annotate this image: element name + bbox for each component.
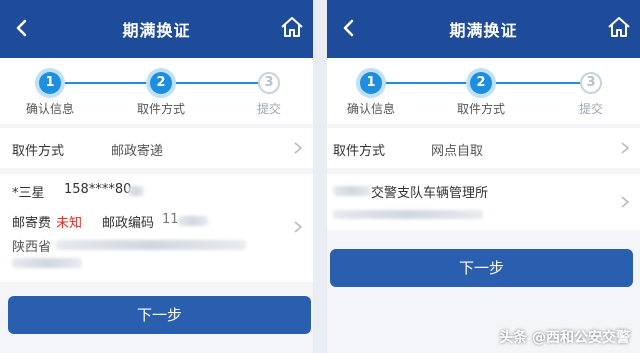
pickup-office-card[interactable]: 交警支队车辆管理所 bbox=[327, 174, 640, 230]
pickup-method-label: 取件方式 bbox=[12, 144, 65, 159]
left-screen: 期满换证 1 2 3 确认信息 取件方式 提交 取件方式 邮政寄递 *三星 15… bbox=[0, 0, 313, 353]
redacted-block bbox=[12, 258, 82, 268]
step-2-circle: 2 bbox=[150, 72, 172, 94]
chevron-right-icon bbox=[294, 221, 303, 233]
chevron-right-icon bbox=[621, 142, 630, 154]
postage-value: 未知 bbox=[56, 216, 83, 231]
step-3-label: 提交 bbox=[256, 102, 282, 116]
step-indicator: 1 2 3 确认信息 取件方式 提交 bbox=[0, 58, 313, 124]
chevron-right-icon bbox=[621, 196, 630, 208]
home-icon[interactable] bbox=[279, 14, 305, 40]
next-step-button[interactable]: 下一步 bbox=[8, 296, 311, 334]
redacted-block bbox=[56, 240, 246, 250]
pickup-method-value: 网点自取 bbox=[431, 144, 484, 159]
step-connector-done bbox=[50, 82, 160, 84]
step-connector-done bbox=[371, 82, 481, 84]
postcode-value: 11 bbox=[162, 212, 179, 227]
step-1-label: 确认信息 bbox=[25, 102, 75, 116]
step-1-circle: 1 bbox=[360, 72, 382, 94]
right-screen: 期满换证 1 2 3 确认信息 取件方式 提交 取件方式 网点自取 交警支队车辆… bbox=[327, 0, 640, 353]
pickup-method-row[interactable]: 取件方式 邮政寄递 bbox=[0, 128, 313, 168]
step-connector-active bbox=[160, 82, 268, 84]
step-2-circle: 2 bbox=[470, 72, 492, 94]
app-header: 期满换证 bbox=[327, 0, 640, 58]
page-title: 期满换证 bbox=[122, 21, 191, 40]
office-name: 交警支队车辆管理所 bbox=[371, 186, 489, 201]
redacted-block bbox=[128, 186, 144, 196]
step-3-label: 提交 bbox=[578, 102, 604, 116]
next-step-button[interactable]: 下一步 bbox=[330, 249, 633, 287]
step-1-circle: 1 bbox=[39, 72, 61, 94]
step-2-label: 取件方式 bbox=[136, 102, 186, 116]
pickup-method-label: 取件方式 bbox=[333, 144, 386, 159]
pickup-method-value: 邮政寄递 bbox=[111, 144, 164, 159]
step-1-label: 确认信息 bbox=[346, 102, 396, 116]
step-3-circle: 3 bbox=[580, 72, 602, 94]
redacted-block bbox=[333, 210, 483, 219]
watermark-text: 头条 @西和公安交警 bbox=[499, 330, 630, 346]
app-header: 期满换证 bbox=[0, 0, 313, 58]
step-2-label: 取件方式 bbox=[456, 102, 506, 116]
recipient-phone: 158****80 bbox=[64, 182, 132, 197]
postcode-label: 邮政编码 bbox=[102, 216, 155, 231]
redacted-block bbox=[178, 216, 208, 226]
screenshot-stage: 期满换证 1 2 3 确认信息 取件方式 提交 取件方式 邮政寄递 *三星 15… bbox=[0, 0, 640, 353]
recipient-name: *三星 bbox=[12, 186, 45, 201]
chevron-right-icon bbox=[294, 142, 303, 154]
panel-divider bbox=[313, 0, 327, 353]
redacted-block bbox=[333, 186, 371, 196]
home-icon[interactable] bbox=[606, 14, 632, 40]
postage-label: 邮寄费 bbox=[12, 216, 52, 231]
step-connector-active bbox=[481, 82, 589, 84]
page-title: 期满换证 bbox=[449, 21, 518, 40]
pickup-method-row[interactable]: 取件方式 网点自取 bbox=[327, 128, 640, 168]
step-3-circle: 3 bbox=[258, 72, 280, 94]
address-prefix: 陕西省 bbox=[12, 240, 52, 255]
delivery-address-card[interactable]: *三星 158****80 邮寄费 未知 邮政编码 11 陕西省 bbox=[0, 174, 313, 282]
step-indicator: 1 2 3 确认信息 取件方式 提交 bbox=[327, 58, 640, 124]
